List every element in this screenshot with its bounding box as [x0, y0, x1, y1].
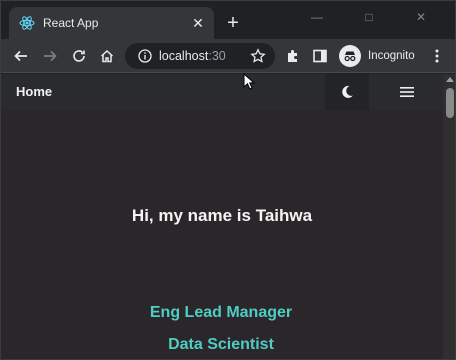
- minimize-button[interactable]: —: [297, 7, 337, 27]
- tab-strip: React App ✕ + — □ ✕: [1, 1, 455, 39]
- browser-window: React App ✕ + — □ ✕ localhost:30 Incogni…: [0, 0, 456, 360]
- nav-home-link[interactable]: Home: [16, 84, 52, 100]
- moon-icon: [342, 85, 353, 98]
- incognito-icon: [339, 45, 361, 67]
- react-icon: [19, 16, 35, 30]
- arrow-left-icon: [14, 50, 27, 62]
- star-icon: [250, 48, 266, 63]
- close-icon[interactable]: ✕: [190, 15, 206, 31]
- profile-button[interactable]: Incognito: [339, 44, 415, 68]
- site-navbar: Home: [1, 74, 443, 110]
- side-panel-icon: [313, 49, 327, 63]
- side-panel-button[interactable]: [310, 46, 330, 66]
- mouse-cursor-icon: [243, 73, 256, 90]
- browser-toolbar: localhost:30 Incognito: [1, 39, 455, 73]
- theme-toggle-button[interactable]: [325, 74, 369, 110]
- reload-icon: [73, 50, 85, 62]
- bookmark-button[interactable]: [248, 46, 268, 66]
- menu-button[interactable]: [385, 74, 429, 110]
- scrollbar[interactable]: [443, 74, 455, 359]
- hamburger-icon: [400, 87, 414, 97]
- back-button[interactable]: [11, 46, 31, 66]
- page-viewport: Home Hi, my name is Taihwa Eng Lead Mana…: [1, 74, 443, 359]
- extensions-button[interactable]: [283, 46, 303, 66]
- new-tab-button[interactable]: +: [223, 13, 243, 34]
- incognito-label: Incognito: [368, 50, 415, 62]
- home-icon: [100, 49, 114, 63]
- tab-title: React App: [43, 16, 99, 30]
- more-vertical-icon: [435, 49, 439, 63]
- role-title: Data Scientist: [168, 336, 274, 353]
- home-button[interactable]: [97, 46, 117, 66]
- reload-button[interactable]: [69, 46, 89, 66]
- arrow-right-icon: [44, 50, 57, 62]
- info-icon[interactable]: [137, 48, 153, 64]
- url-port: :30: [208, 49, 226, 63]
- browser-tab[interactable]: React App ✕: [9, 7, 214, 39]
- browser-menu-button[interactable]: [427, 46, 447, 66]
- url-text: localhost:30: [159, 48, 226, 64]
- url-host: localhost: [159, 49, 209, 63]
- forward-button[interactable]: [40, 46, 60, 66]
- maximize-button[interactable]: □: [349, 7, 389, 27]
- close-window-button[interactable]: ✕: [401, 7, 441, 27]
- greeting-heading: Hi, my name is Taihwa: [131, 206, 313, 225]
- scroll-up-icon[interactable]: [446, 77, 454, 82]
- role-title: Eng Lead Manager: [149, 304, 293, 321]
- puzzle-icon: [288, 50, 297, 62]
- scroll-thumb[interactable]: [446, 88, 454, 118]
